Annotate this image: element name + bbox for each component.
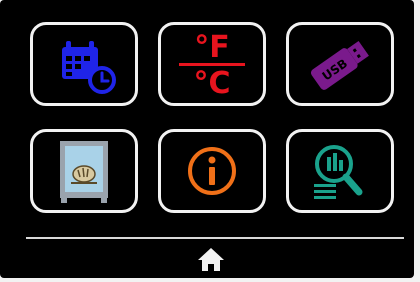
screen: °F °C USB bbox=[0, 0, 414, 278]
oven-button[interactable] bbox=[30, 129, 138, 213]
calendar-clock-icon bbox=[62, 41, 116, 94]
home-icon bbox=[198, 248, 224, 271]
schedule-button[interactable] bbox=[30, 22, 138, 106]
oven-bread-icon bbox=[60, 141, 108, 203]
celsius-label: °C bbox=[193, 66, 230, 101]
info-icon bbox=[188, 147, 236, 195]
usb-drive-icon: USB bbox=[310, 40, 369, 90]
report-search-icon bbox=[314, 145, 363, 199]
home-button[interactable] bbox=[195, 245, 227, 273]
info-button[interactable] bbox=[158, 129, 266, 213]
footer-divider bbox=[26, 237, 404, 239]
usb-button[interactable]: USB bbox=[286, 22, 394, 106]
fahrenheit-label: °F bbox=[194, 30, 230, 65]
report-search-button[interactable] bbox=[286, 129, 394, 213]
temperature-unit-icon: °F °C bbox=[179, 30, 245, 101]
temperature-unit-button[interactable]: °F °C bbox=[158, 22, 266, 106]
